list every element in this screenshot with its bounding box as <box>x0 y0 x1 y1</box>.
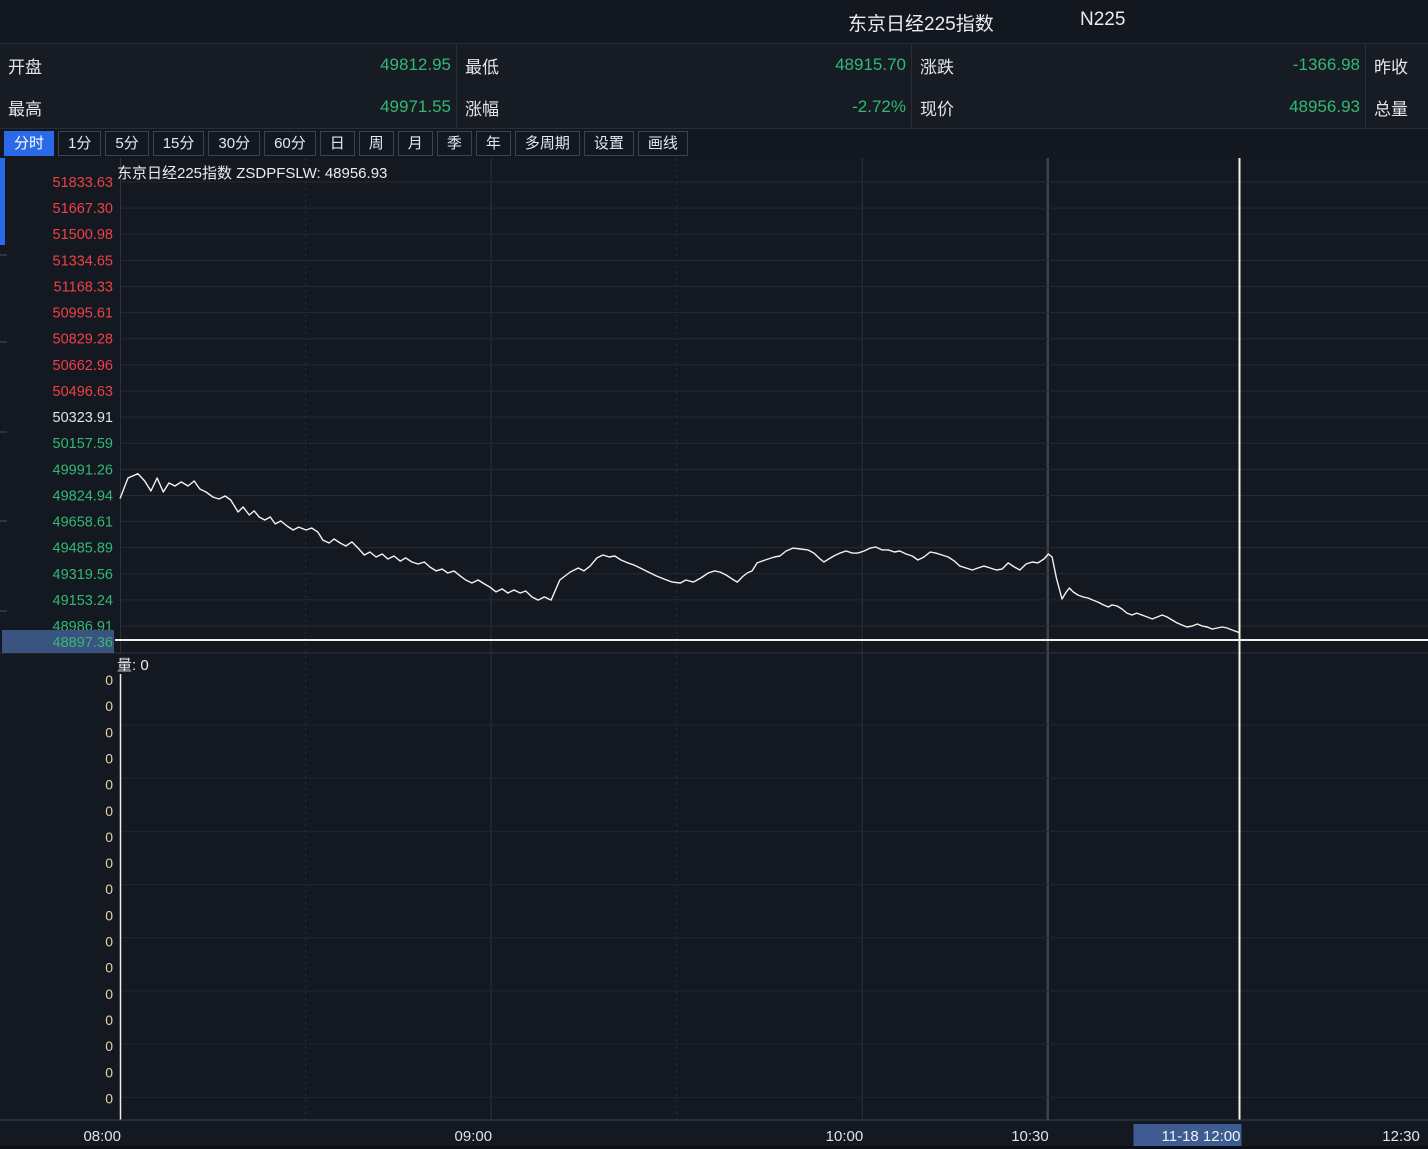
volume-axis-label: 0 <box>105 1064 113 1080</box>
price-axis-label: 51500.98 <box>53 227 113 243</box>
volume-axis-label: 0 <box>105 724 113 740</box>
price-axis-label: 49153.24 <box>53 593 113 609</box>
tab-period-13[interactable]: 画线 <box>638 131 688 156</box>
tab-period-12[interactable]: 设置 <box>584 131 634 156</box>
period-tabs: 分时1分5分15分30分60分日周月季年多周期设置画线 <box>0 129 1428 158</box>
tab-period-4[interactable]: 30分 <box>208 131 260 156</box>
price-axis-label: 50157.59 <box>53 436 113 452</box>
price-axis-label: 50662.96 <box>53 358 113 374</box>
quote-change-label: 涨跌 <box>912 53 954 78</box>
volume-value-label: 量: 0 <box>117 657 149 674</box>
volume-axis-label: 0 <box>105 1090 113 1106</box>
quote-high: 最高 49971.55 <box>0 86 456 128</box>
tab-period-0[interactable]: 分时 <box>4 131 54 156</box>
quote-prev-close: 昨收 <box>1365 44 1428 86</box>
time-axis-label: 10:00 <box>826 1128 864 1145</box>
quote-last-label: 现价 <box>912 95 954 120</box>
tab-period-2[interactable]: 5分 <box>105 131 148 156</box>
volume-axis-label: 0 <box>105 829 113 845</box>
quote-open-value: 49812.95 <box>380 55 456 75</box>
quote-open-label: 开盘 <box>0 53 42 78</box>
volume-axis-label: 0 <box>105 907 113 923</box>
quote-change-value: -1366.98 <box>1293 55 1365 75</box>
price-line <box>120 474 1240 633</box>
quote-change: 涨跌 -1366.98 <box>911 44 1365 86</box>
left-scrollbar-thumb[interactable] <box>0 158 5 245</box>
volume-axis-label: 0 <box>105 698 113 714</box>
volume-axis-label: 0 <box>105 672 113 688</box>
volume-axis-label: 0 <box>105 1012 113 1028</box>
tab-period-8[interactable]: 月 <box>398 131 433 156</box>
quote-total-volume-label: 总量 <box>1366 95 1408 120</box>
quote-last: 现价 48956.93 <box>911 86 1365 128</box>
time-axis-label: 09:00 <box>455 1128 493 1145</box>
price-axis-label: 50995.61 <box>53 306 113 322</box>
volume-axis-label: 0 <box>105 881 113 897</box>
time-axis-label: 10:30 <box>1011 1128 1049 1145</box>
volume-axis-label: 0 <box>105 777 113 793</box>
tab-period-6[interactable]: 日 <box>320 131 355 156</box>
quote-open: 开盘 49812.95 <box>0 44 456 86</box>
quote-prev-close-label: 昨收 <box>1366 53 1408 78</box>
intraday-chart[interactable]: 51833.63 51667.30 51500.98 51334.65 51168.33… <box>0 158 1428 1149</box>
quote-panel: 开盘 49812.95 最低 48915.70 涨跌 -1366.98 昨收 最… <box>0 44 1428 129</box>
price-axis-label: 51168.33 <box>54 279 113 295</box>
volume-axis-label: 0 <box>105 1038 113 1054</box>
quote-total-volume: 总量 <box>1365 86 1428 128</box>
time-axis-label: 12:30 <box>1382 1128 1420 1145</box>
app-window: 东京日经225指数 N225 开盘 49812.95 最低 48915.70 涨… <box>0 0 1428 1149</box>
quote-high-label: 最高 <box>0 95 42 120</box>
tab-period-9[interactable]: 季 <box>437 131 472 156</box>
volume-axis-label: 0 <box>105 986 113 1002</box>
quote-low: 最低 48915.70 <box>456 44 911 86</box>
price-axis-label: 49991.26 <box>53 462 113 478</box>
tab-period-1[interactable]: 1分 <box>58 131 101 156</box>
instrument-title: 东京日经225指数 <box>848 9 994 36</box>
quote-change-pct: 涨幅 -2.72% <box>456 86 911 128</box>
volume-axis-label: 0 <box>105 803 113 819</box>
tab-period-3[interactable]: 15分 <box>153 131 205 156</box>
tab-period-5[interactable]: 60分 <box>264 131 316 156</box>
chart-area: 51833.63 51667.30 51500.98 51334.65 51168.33… <box>0 158 1428 1149</box>
price-axis-label: 50496.63 <box>53 384 113 400</box>
crosshair-price-label: 48897.36 <box>53 635 113 651</box>
tab-period-11[interactable]: 多周期 <box>515 131 580 156</box>
instrument-symbol: N225 <box>1080 9 1125 31</box>
quote-last-value: 48956.93 <box>1289 97 1365 117</box>
tab-period-7[interactable]: 周 <box>359 131 394 156</box>
price-axis-label: 50323.91 <box>53 410 113 426</box>
quote-change-pct-value: -2.72% <box>852 97 911 117</box>
price-axis-label: 50829.28 <box>53 332 113 348</box>
quote-change-pct-label: 涨幅 <box>457 95 499 120</box>
time-axis-label: 08:00 <box>83 1128 121 1145</box>
price-axis-label: 49319.56 <box>53 567 113 583</box>
chart-legend: 东京日经225指数 ZSDPFSLW: 48956.93 <box>117 165 387 182</box>
volume-axis-label: 0 <box>105 960 113 976</box>
quote-low-value: 48915.70 <box>835 55 911 75</box>
price-axis-label: 51667.30 <box>53 201 113 217</box>
title-bar: 东京日经225指数 N225 <box>0 0 1428 44</box>
tab-period-10[interactable]: 年 <box>476 131 511 156</box>
price-axis-label: 49824.94 <box>53 488 113 504</box>
crosshair-time-label: 11-18 12:00 <box>1162 1128 1241 1145</box>
price-axis-label: 51334.65 <box>53 253 113 269</box>
quote-high-value: 49971.55 <box>380 97 456 117</box>
quote-low-label: 最低 <box>457 53 499 78</box>
volume-axis-label: 0 <box>105 855 113 871</box>
price-axis-label: 49485.89 <box>53 541 113 557</box>
price-axis-label: 51833.63 <box>53 175 113 191</box>
volume-axis-label: 0 <box>105 934 113 950</box>
volume-axis-label: 0 <box>105 750 113 766</box>
price-axis-label: 49658.61 <box>53 515 113 531</box>
